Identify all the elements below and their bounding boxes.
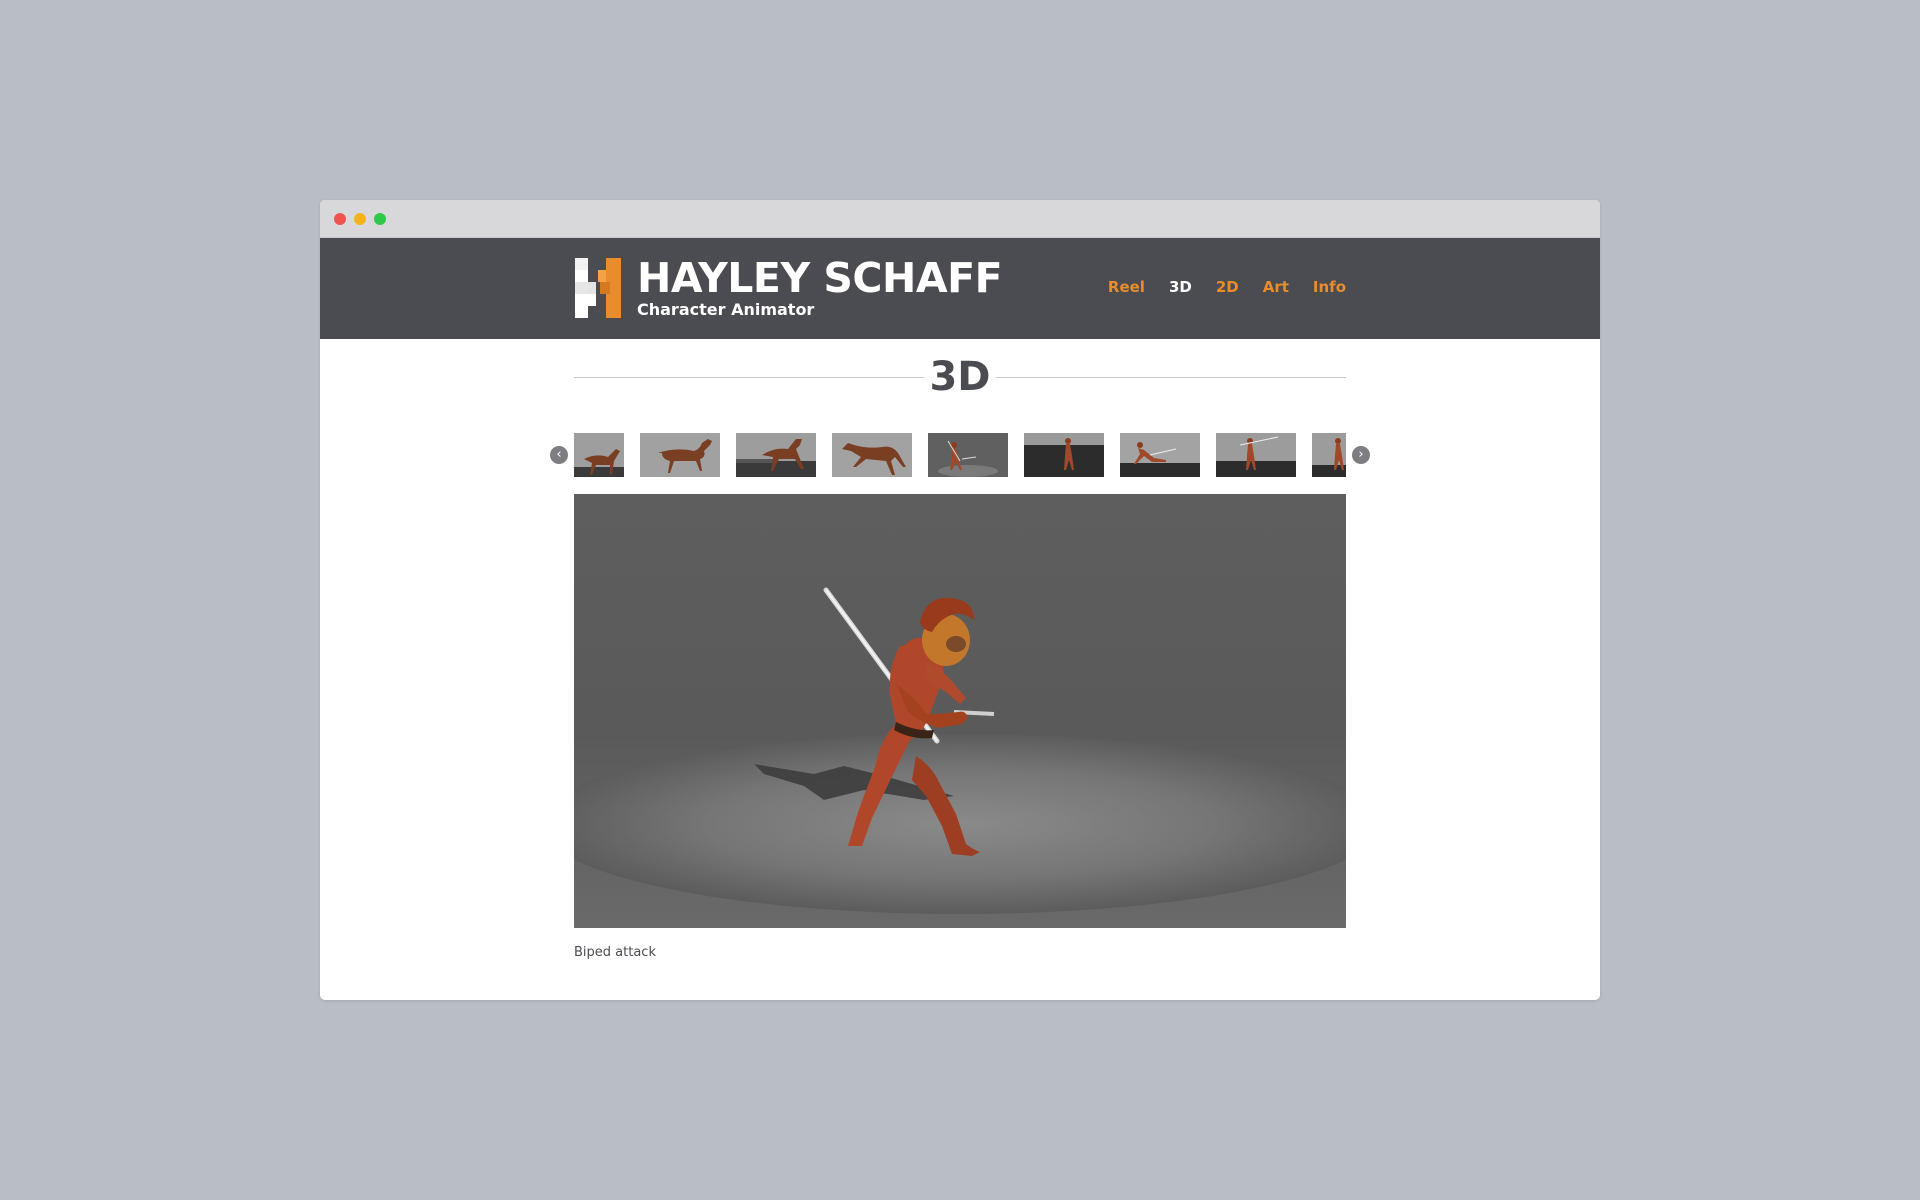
thumbnail-biped-spear[interactable] bbox=[1216, 433, 1296, 477]
image-caption: Biped attack bbox=[574, 945, 656, 960]
section-heading: 3D bbox=[574, 352, 1346, 402]
close-window-button[interactable] bbox=[334, 213, 346, 225]
thumbnail-biped-dark-floor[interactable] bbox=[1024, 433, 1104, 477]
maximize-window-button[interactable] bbox=[374, 213, 386, 225]
thumbnail-horse-walk[interactable] bbox=[640, 433, 720, 477]
logo-icon[interactable] bbox=[575, 258, 621, 318]
thumbnail-biped-cropped[interactable] bbox=[1312, 433, 1346, 477]
thumbnail-horse-leap[interactable] bbox=[832, 433, 912, 477]
nav-item-3d[interactable]: 3D bbox=[1169, 278, 1192, 296]
chevron-left-icon[interactable]: ‹ bbox=[550, 446, 568, 464]
minimize-window-button[interactable] bbox=[354, 213, 366, 225]
main-image-viewer[interactable] bbox=[574, 494, 1346, 928]
thumbnail-horse-jump[interactable] bbox=[736, 433, 816, 477]
page-title: 3D bbox=[929, 354, 991, 400]
site-title[interactable]: HAYLEY SCHAFF bbox=[637, 254, 1003, 302]
browser-window: HAYLEY SCHAFF Character Animator Reel 3D… bbox=[320, 200, 1600, 1000]
browser-titlebar bbox=[320, 200, 1600, 238]
nav-item-art[interactable]: Art bbox=[1263, 278, 1289, 296]
thumbnail-carousel: ‹ › bbox=[550, 432, 1370, 478]
nav-item-info[interactable]: Info bbox=[1313, 278, 1346, 296]
nav-item-reel[interactable]: Reel bbox=[1108, 278, 1145, 296]
chevron-right-icon[interactable]: › bbox=[1352, 446, 1370, 464]
thumbnail-biped-slide[interactable] bbox=[1120, 433, 1200, 477]
thumbnail-strip bbox=[574, 432, 1346, 478]
nav-item-2d[interactable]: 2D bbox=[1216, 278, 1239, 296]
site-header: HAYLEY SCHAFF Character Animator Reel 3D… bbox=[320, 238, 1600, 339]
thumbnail-horse-cropped[interactable] bbox=[574, 433, 624, 477]
main-nav: Reel 3D 2D Art Info bbox=[1108, 278, 1346, 296]
biped-attack-image bbox=[574, 494, 1346, 928]
thumbnail-biped-attack[interactable] bbox=[928, 433, 1008, 477]
site-subtitle: Character Animator bbox=[637, 300, 815, 319]
